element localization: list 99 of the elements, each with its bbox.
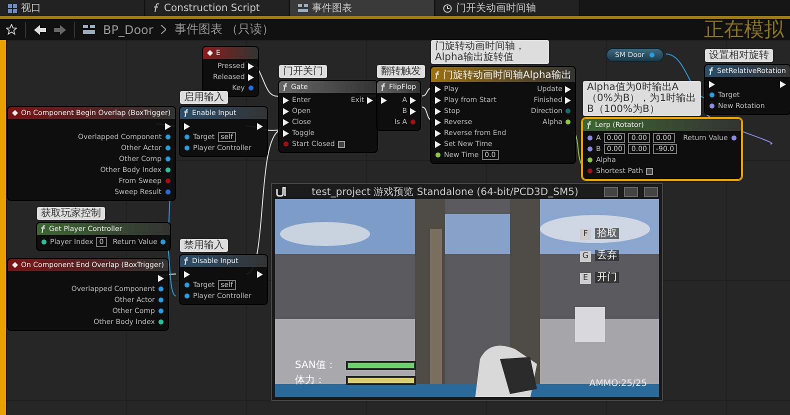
exec-pin-icon[interactable]	[709, 80, 715, 88]
grid-icon	[8, 4, 17, 12]
blueprint-name[interactable]: BP_Door	[103, 22, 154, 36]
exec-pin-icon[interactable]	[257, 270, 264, 278]
exec-pin-icon[interactable]	[184, 122, 190, 130]
exec-pin-icon[interactable]	[435, 118, 441, 126]
pin-icon[interactable]	[565, 119, 572, 125]
editor-tab[interactable]: 视口	[0, 0, 145, 16]
pin-icon[interactable]	[435, 152, 441, 158]
window-title: test_project 游戏预览 Standalone (64-bit/PCD3D_SM5)	[310, 186, 580, 198]
pin-icon[interactable]	[164, 156, 171, 162]
close-button[interactable]	[644, 186, 658, 196]
exec-pin-icon[interactable]	[248, 74, 254, 80]
graph-icon	[298, 4, 308, 12]
pin-icon[interactable]	[184, 282, 190, 288]
pin-icon[interactable]	[184, 145, 190, 151]
forward-arrow-icon[interactable]	[54, 24, 66, 34]
pin-icon[interactable]	[184, 293, 190, 299]
key-hint-label: 丢弃	[595, 250, 619, 261]
exec-pin-icon[interactable]	[283, 130, 289, 136]
graph-icon	[83, 25, 95, 34]
pin-icon[interactable]	[160, 239, 166, 245]
diamond-icon	[12, 262, 18, 268]
key-cap: F	[580, 229, 591, 240]
function-icon	[184, 257, 189, 265]
stat-label: 体力：	[295, 374, 326, 387]
node-comment: 获取玩家控制	[37, 207, 105, 220]
exec-pin-icon[interactable]	[164, 122, 171, 130]
node-comment: 禁用输入	[180, 239, 228, 252]
function-icon	[184, 109, 189, 117]
pin-icon[interactable]	[709, 92, 715, 98]
exec-pin-icon[interactable]	[435, 96, 441, 104]
exec-pin-icon[interactable]	[435, 130, 441, 136]
diamond-icon	[207, 50, 213, 56]
exec-pin-icon[interactable]	[565, 86, 572, 92]
node-comment: 设置相对旋转	[705, 49, 773, 62]
function-icon	[435, 70, 440, 78]
exec-pin-icon[interactable]	[248, 62, 254, 70]
key-hint-label: 开门	[595, 272, 619, 283]
function-icon	[283, 83, 288, 91]
pin-icon[interactable]	[164, 145, 171, 151]
graph-name: 事件图表 （只读）	[174, 21, 274, 38]
pin-icon[interactable]	[587, 146, 593, 152]
pin-icon[interactable]	[164, 167, 171, 173]
exec-pin-icon[interactable]	[283, 118, 289, 126]
key-hint-label: 拾取	[595, 228, 619, 239]
exec-pin-icon[interactable]	[381, 96, 387, 104]
exec-pin-icon[interactable]	[435, 140, 441, 148]
pin-icon[interactable]	[709, 103, 715, 109]
exec-pin-icon[interactable]	[184, 270, 190, 278]
pin-icon[interactable]	[158, 319, 164, 325]
minimize-button[interactable]	[604, 186, 618, 196]
checkbox[interactable]	[338, 140, 345, 148]
function-icon	[41, 225, 46, 233]
function-icon	[587, 121, 592, 129]
simulating-label: 正在模拟	[704, 16, 784, 43]
exec-pin-icon[interactable]	[367, 96, 374, 104]
exec-pin-icon[interactable]	[410, 108, 416, 114]
key-cap: E	[580, 273, 591, 284]
pin-icon[interactable]	[587, 135, 593, 141]
pin-icon[interactable]	[158, 308, 164, 314]
exec-pin-icon[interactable]	[435, 108, 441, 114]
editor-tab[interactable]: 事件图表	[290, 0, 435, 16]
pin-icon[interactable]	[158, 297, 164, 303]
star-icon[interactable]	[6, 24, 17, 35]
node-comment: Alpha值为0时输出A（0%为B），为1时输出B（100%为B）	[583, 81, 701, 116]
node-comment: 门开关门	[279, 65, 327, 78]
exec-pin-icon[interactable]	[435, 86, 441, 92]
function-icon	[153, 3, 160, 13]
clock-icon	[443, 4, 452, 12]
pin-icon[interactable]	[587, 157, 593, 163]
node-comment: 启用输入	[180, 91, 228, 104]
editor-tab[interactable]: 门开关动画时间轴	[435, 0, 580, 16]
maximize-button[interactable]	[624, 186, 638, 196]
exec-pin-icon[interactable]	[257, 122, 264, 130]
node-comment: 门旋转动画时间轴，Alpha输出旋转值	[431, 40, 549, 64]
engine-logo-icon	[276, 186, 286, 196]
editor-tab[interactable]: Construction Script	[145, 0, 290, 16]
exec-pin-icon[interactable]	[565, 96, 572, 104]
exec-pin-icon[interactable]	[410, 96, 416, 104]
function-icon	[709, 67, 714, 75]
exec-pin-icon[interactable]	[780, 80, 786, 88]
function-icon	[381, 83, 386, 91]
node-comment: 翻转触发	[377, 65, 425, 78]
node-title: 门旋转动画时间轴Alpha输出	[443, 68, 572, 82]
pin-icon[interactable]	[41, 239, 47, 245]
chevron-icon	[161, 25, 166, 34]
pin-icon[interactable]	[158, 286, 164, 292]
pin-icon[interactable]	[730, 135, 737, 141]
pin-icon[interactable]	[184, 134, 190, 140]
exec-pin-icon[interactable]	[283, 108, 289, 114]
pin-icon[interactable]	[164, 134, 171, 140]
key-cap: G	[580, 251, 591, 262]
checkbox[interactable]	[646, 168, 654, 174]
back-arrow-icon[interactable]	[34, 24, 46, 34]
exec-pin-icon[interactable]	[158, 274, 164, 282]
exec-pin-icon[interactable]	[283, 96, 289, 104]
diamond-icon	[12, 110, 18, 116]
stat-label: SAN值：	[295, 359, 337, 372]
